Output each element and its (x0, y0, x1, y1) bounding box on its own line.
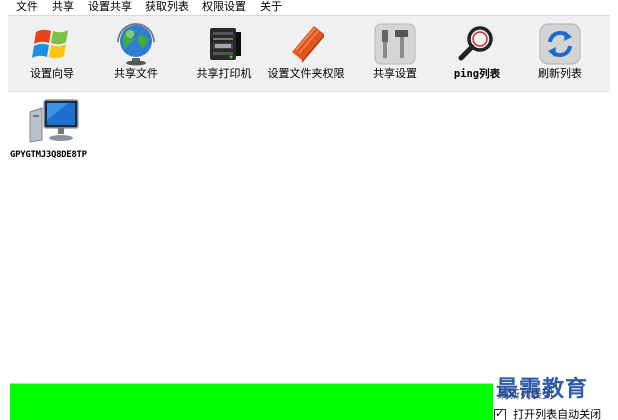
auto-close-checkbox[interactable]: ✓ (494, 406, 506, 420)
tools-icon (374, 23, 416, 65)
progress-bar (10, 383, 493, 420)
menu-about[interactable]: 关于 (260, 0, 282, 14)
share-settings-button[interactable]: 共享设置 (351, 16, 439, 93)
ping-list-label: ping列表 (453, 68, 501, 80)
refresh-list-label: 刷新列表 (538, 67, 582, 80)
share-files-label: 共享文件 (114, 67, 158, 80)
refresh-list-button[interactable]: 刷新列表 (516, 16, 604, 93)
share-printer-button[interactable]: 共享打印机 (180, 16, 268, 93)
watermark: 最需教育 (496, 376, 589, 402)
ping-list-button[interactable]: ping列表 (433, 16, 521, 93)
refresh-icon (539, 23, 581, 65)
auto-close-option[interactable]: ✓ 打开列表自动关闭 (494, 404, 601, 420)
computer-item[interactable]: GPYGTMJ3Q8DE8TP (10, 98, 110, 168)
share-settings-label: 共享设置 (373, 67, 417, 80)
menu-file[interactable]: 文件 (16, 0, 38, 14)
share-printer-label: 共享打印机 (196, 67, 252, 80)
setup-wizard-button[interactable]: 设置向导 (8, 16, 96, 93)
menu-share-settings[interactable]: 设置共享 (88, 0, 132, 14)
folder-permissions-label: 设置文件夹权限 (267, 67, 345, 80)
menu-bar: 文件 共享 设置共享 获取列表 权限设置 关于 (0, 0, 618, 14)
printer-icon (210, 28, 241, 60)
folder-permissions-button[interactable]: 设置文件夹权限 (262, 16, 350, 93)
toolbar: 设置向导 共享文件 共享打印机 设置文件夹权限 共享设置 ping列表 刷新列表 (8, 15, 610, 92)
book-icon (292, 26, 324, 63)
share-files-button[interactable]: 共享文件 (92, 16, 180, 93)
auto-close-label: 打开列表自动关闭 (513, 407, 602, 420)
computer-name: GPYGTMJ3Q8DE8TP (10, 150, 87, 160)
computer-icon (29, 99, 79, 143)
menu-get-list[interactable]: 获取列表 (145, 0, 189, 14)
checkmark-icon: ✓ (495, 406, 505, 420)
windows-logo-icon (32, 29, 68, 59)
globe-icon (117, 23, 155, 66)
setup-wizard-label: 设置向导 (30, 67, 74, 80)
menu-share[interactable]: 共享 (52, 0, 74, 14)
magnifier-icon (458, 26, 493, 61)
menu-permissions[interactable]: 权限设置 (202, 0, 246, 14)
